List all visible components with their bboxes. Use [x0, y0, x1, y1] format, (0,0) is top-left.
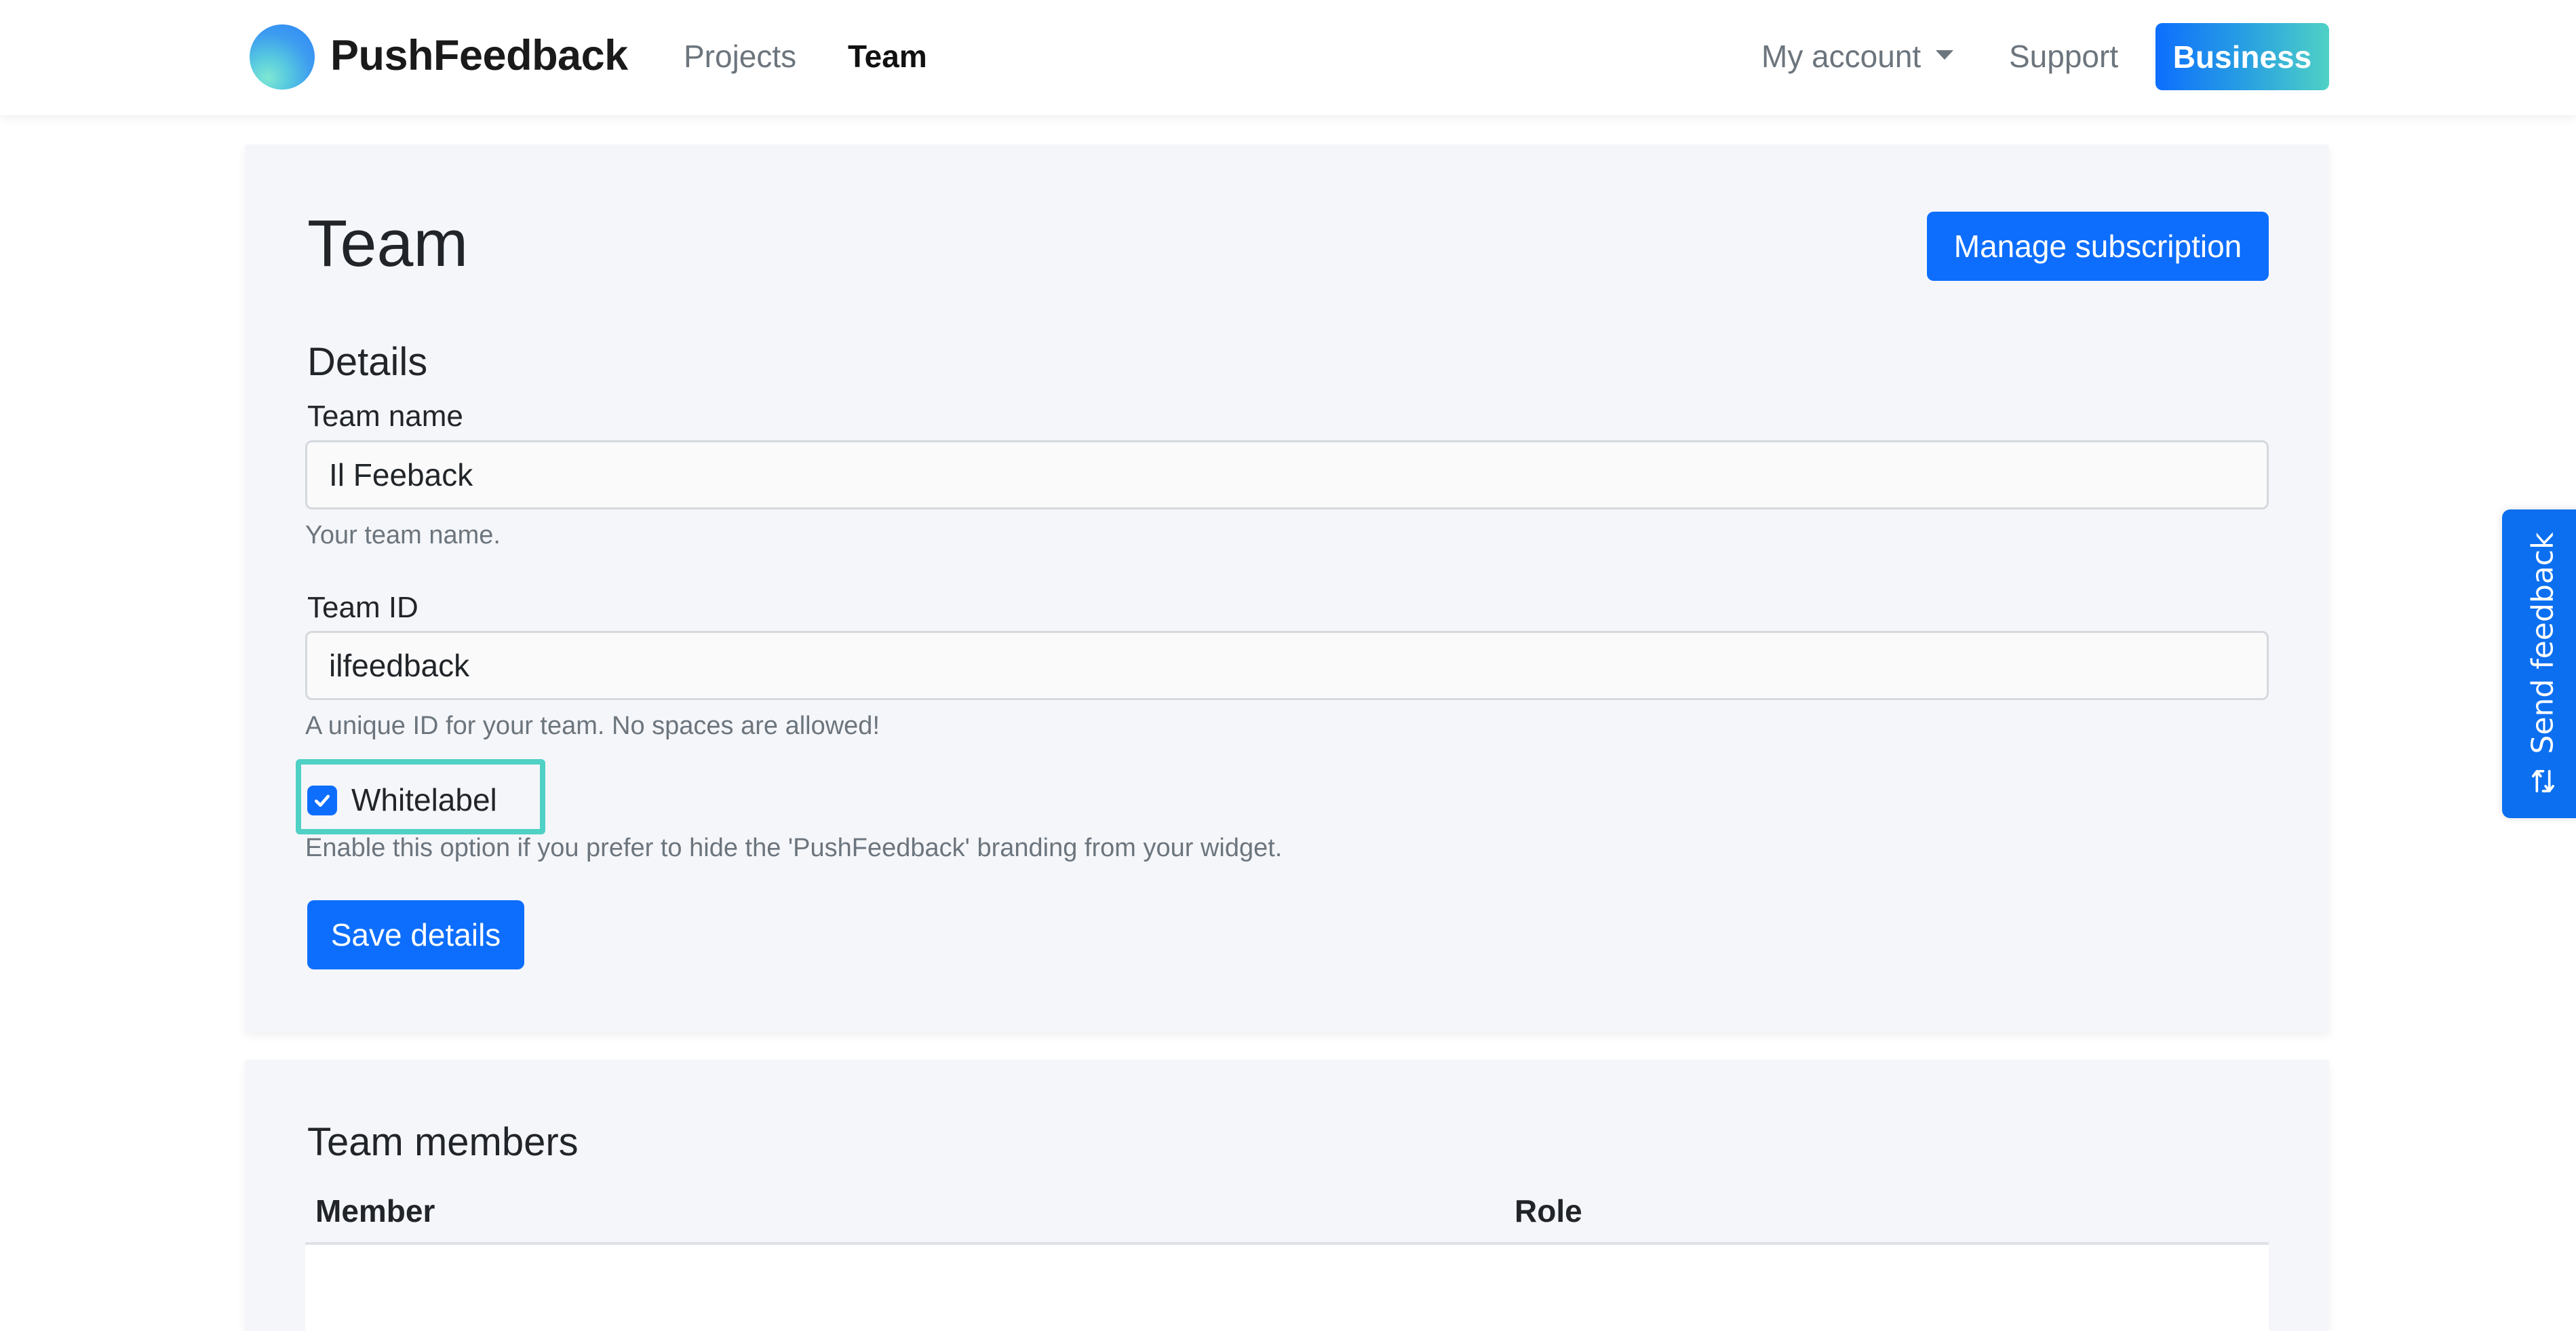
table-row — [305, 1245, 2269, 1331]
manage-subscription-button[interactable]: Manage subscription — [1927, 212, 2269, 281]
my-account-dropdown[interactable]: My account — [1761, 38, 1954, 75]
brand-logo-icon[interactable] — [250, 24, 315, 90]
whitelabel-checkbox[interactable] — [307, 786, 337, 815]
team-id-label: Team ID — [307, 591, 418, 624]
save-details-button[interactable]: Save details — [307, 900, 524, 969]
page-title: Team — [307, 206, 469, 280]
team-name-label: Team name — [307, 400, 463, 433]
column-header-member: Member — [315, 1193, 435, 1229]
team-id-input[interactable] — [305, 631, 2269, 700]
nav-link-support[interactable]: Support — [2009, 38, 2118, 75]
team-members-card: Team members Member Role — [245, 1060, 2329, 1331]
details-heading: Details — [307, 340, 428, 384]
nav-link-projects[interactable]: Projects — [684, 38, 796, 75]
caret-down-icon — [1936, 50, 1954, 60]
send-feedback-tab[interactable]: Send feedback — [2502, 509, 2576, 818]
team-name-help: Your team name. — [305, 521, 501, 549]
whitelabel-help: Enable this option if you prefer to hide… — [305, 834, 1283, 862]
business-plan-button[interactable]: Business — [2155, 23, 2329, 90]
send-feedback-label: Send feedback — [2525, 532, 2560, 754]
team-id-help: A unique ID for your team. No spaces are… — [305, 712, 880, 740]
team-name-input[interactable] — [305, 440, 2269, 509]
my-account-label: My account — [1761, 39, 1921, 74]
checkmark-icon — [314, 794, 330, 807]
top-navbar: PushFeedback Projects Team My account Su… — [0, 0, 2576, 115]
brand-name-link[interactable]: PushFeedback — [330, 31, 628, 80]
whitelabel-label[interactable]: Whitelabel — [351, 782, 497, 818]
team-details-card: Team Manage subscription Details Team na… — [245, 144, 2329, 1032]
nav-link-team[interactable]: Team — [848, 38, 927, 75]
column-header-role: Role — [1515, 1193, 1582, 1229]
team-members-heading: Team members — [307, 1120, 579, 1164]
repeat-arrows-icon — [2528, 766, 2558, 796]
